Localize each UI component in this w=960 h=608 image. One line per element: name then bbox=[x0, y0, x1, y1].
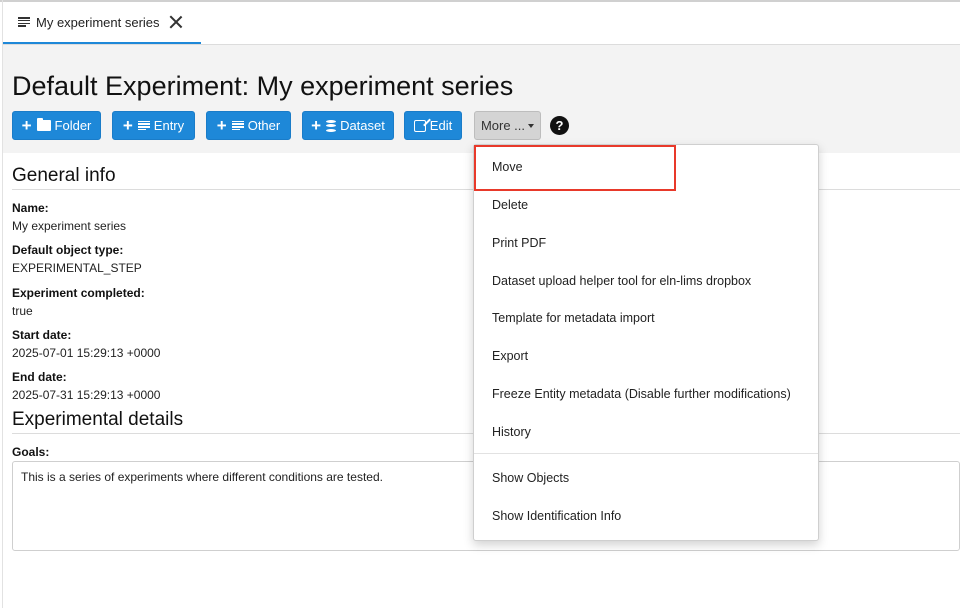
add-folder-label: Folder bbox=[54, 118, 92, 133]
lines-icon bbox=[137, 120, 150, 131]
field-label-default-object-type: Default object type: bbox=[12, 243, 124, 257]
menu-divider bbox=[474, 453, 818, 454]
tab-label: My experiment series bbox=[36, 14, 160, 30]
list-icon bbox=[18, 17, 30, 27]
field-label-experiment-completed: Experiment completed: bbox=[12, 286, 145, 300]
menu-item-metadata-template[interactable]: Template for metadata import bbox=[474, 299, 818, 337]
lines-icon bbox=[231, 120, 244, 131]
menu-item-delete[interactable]: Delete bbox=[474, 186, 818, 224]
tab-my-experiment-series[interactable]: My experiment series bbox=[3, 2, 201, 44]
field-label-goals: Goals: bbox=[12, 445, 50, 459]
menu-item-freeze-entity[interactable]: Freeze Entity metadata (Disable further … bbox=[474, 375, 818, 413]
menu-item-history[interactable]: History bbox=[474, 413, 818, 451]
add-dataset-button[interactable]: + Dataset bbox=[302, 111, 394, 140]
add-entry-button[interactable]: + Entry bbox=[112, 111, 195, 140]
plus-icon: + bbox=[21, 116, 32, 135]
page-header: Default Experiment: My experiment series… bbox=[3, 45, 960, 153]
edit-label: Edit bbox=[429, 118, 453, 133]
more-dropdown-button[interactable]: More ... bbox=[474, 111, 541, 140]
field-label-start-date: Start date: bbox=[12, 328, 72, 342]
add-folder-button[interactable]: + Folder bbox=[12, 111, 101, 140]
edit-icon bbox=[413, 119, 426, 132]
plus-icon: + bbox=[216, 116, 227, 135]
more-dropdown-menu: Move Delete Print PDF Dataset upload hel… bbox=[473, 144, 819, 541]
menu-item-print-pdf[interactable]: Print PDF bbox=[474, 224, 818, 262]
add-dataset-label: Dataset bbox=[340, 118, 385, 133]
caret-down-icon bbox=[528, 123, 535, 128]
field-value-name: My experiment series bbox=[12, 219, 127, 233]
menu-item-export[interactable]: Export bbox=[474, 337, 818, 375]
section-title-experimental-details: Experimental details bbox=[12, 409, 184, 430]
tab-bar: My experiment series bbox=[3, 2, 960, 45]
folder-icon bbox=[36, 118, 51, 131]
menu-item-show-objects[interactable]: Show Objects bbox=[474, 459, 818, 497]
database-icon bbox=[326, 119, 337, 132]
field-value-start-date: 2025-07-01 15:29:13 +0000 bbox=[12, 346, 161, 360]
field-value-experiment-completed: true bbox=[12, 304, 33, 318]
edit-button[interactable]: Edit bbox=[404, 111, 462, 140]
menu-item-move[interactable]: Move bbox=[474, 148, 818, 186]
page-title: Default Experiment: My experiment series bbox=[12, 71, 514, 101]
field-label-end-date: End date: bbox=[12, 370, 67, 384]
field-value-default-object-type: EXPERIMENTAL_STEP bbox=[12, 261, 142, 275]
plus-icon: + bbox=[122, 116, 133, 135]
add-other-label: Other bbox=[247, 118, 281, 133]
field-label-name: Name: bbox=[12, 201, 49, 215]
section-title-general-info: General info bbox=[12, 165, 116, 186]
field-value-end-date: 2025-07-31 15:29:13 +0000 bbox=[12, 388, 161, 402]
plus-icon: + bbox=[311, 116, 322, 135]
menu-item-show-identification-info[interactable]: Show Identification Info bbox=[474, 497, 818, 535]
help-icon[interactable]: ? bbox=[550, 116, 569, 135]
more-label: More ... bbox=[480, 118, 526, 133]
close-icon[interactable] bbox=[169, 15, 183, 29]
add-other-button[interactable]: + Other bbox=[206, 111, 291, 140]
menu-item-dataset-upload-helper[interactable]: Dataset upload helper tool for eln-lims … bbox=[474, 262, 818, 300]
add-entry-label: Entry bbox=[153, 118, 185, 133]
